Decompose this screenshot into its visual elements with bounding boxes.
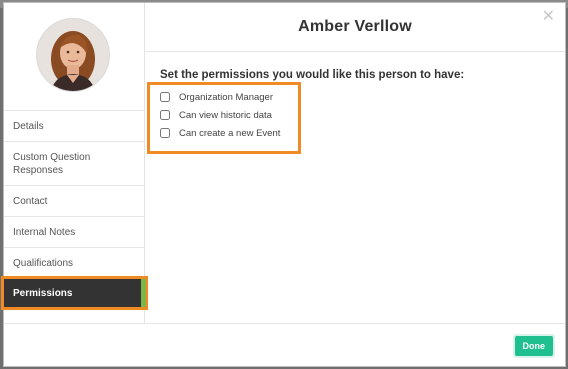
sidebar-item-label: Custom Question Responses (13, 151, 91, 176)
permission-label: Can create a new Event (179, 127, 281, 139)
modal-footer: Done (4, 323, 565, 367)
sidebar-item-internal-notes[interactable]: Internal Notes (4, 216, 144, 247)
sidebar-item-details[interactable]: Details (4, 110, 144, 141)
avatar (36, 18, 110, 92)
person-modal: Details Custom Question Responses Contac… (1, 2, 566, 367)
permission-organization-manager[interactable]: Organization Manager (160, 88, 555, 106)
sidebar-item-contact[interactable]: Contact (4, 185, 144, 216)
permissions-list: Organization Manager Can view historic d… (160, 88, 555, 142)
person-name: Amber Verllow (298, 18, 412, 35)
done-button[interactable]: Done (514, 336, 553, 356)
sidebar-item-label: Contact (13, 195, 48, 207)
modal-sidebar: Details Custom Question Responses Contac… (4, 3, 145, 323)
modal-header: Amber Verllow (145, 3, 565, 52)
sidebar-item-qualifications[interactable]: Qualifications (4, 247, 144, 278)
done-button-focus: Done (512, 334, 555, 358)
sidebar-item-permissions[interactable]: Permissions (4, 279, 145, 307)
active-item-highlight: Permissions (1, 276, 148, 310)
permissions-panel: Set the permissions you would like this … (147, 69, 555, 154)
permission-view-historic-data[interactable]: Can view historic data (160, 106, 555, 124)
sidebar-item-label: Internal Notes (13, 226, 76, 238)
sidebar-item-label: Permissions (13, 287, 73, 299)
sidebar-item-label: Details (13, 120, 44, 132)
create-event-checkbox[interactable] (160, 128, 170, 138)
organization-manager-checkbox[interactable] (160, 92, 170, 102)
close-icon[interactable]: ✕ (542, 9, 555, 25)
permission-create-event[interactable]: Can create a new Event (160, 124, 555, 142)
permission-label: Can view historic data (179, 109, 272, 121)
sidebar-item-custom-question-responses[interactable]: Custom Question Responses (4, 141, 144, 185)
view-historic-data-checkbox[interactable] (160, 110, 170, 120)
permissions-prompt: Set the permissions you would like this … (160, 69, 465, 81)
permission-label: Organization Manager (179, 91, 273, 103)
active-item-accent (141, 279, 146, 307)
sidebar-nav: Details Custom Question Responses Contac… (4, 110, 144, 278)
sidebar-item-label: Qualifications (13, 257, 74, 269)
